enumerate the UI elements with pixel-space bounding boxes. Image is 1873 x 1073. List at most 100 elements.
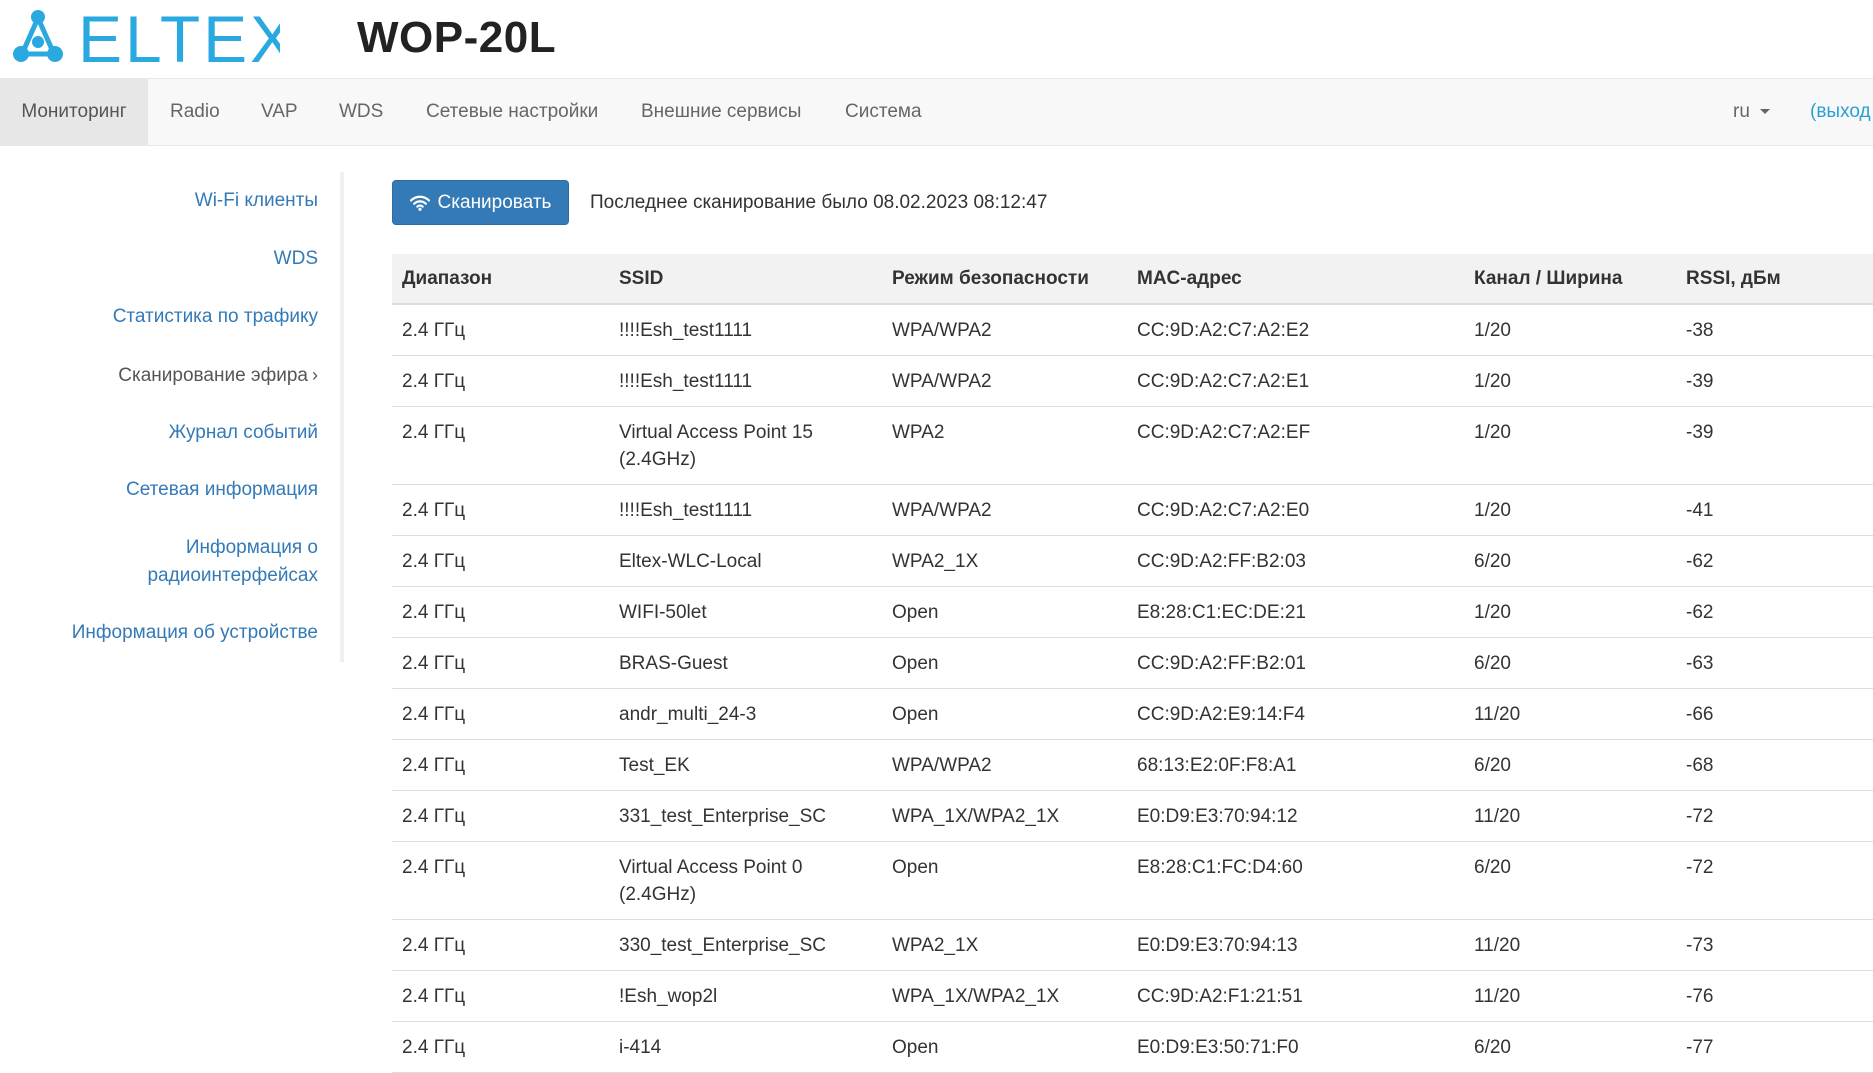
cell-rssi: -72 bbox=[1676, 841, 1873, 920]
table-row: 2.4 ГГц andr_multi_24-3 Open CC:9D:A2:E9… bbox=[392, 688, 1873, 740]
cell-band: 2.4 ГГц bbox=[392, 637, 609, 689]
sidebar-item-radio-interfaces[interactable]: Информация о радиоинтерфейсах bbox=[8, 534, 318, 590]
cell-band: 2.4 ГГц bbox=[392, 484, 609, 536]
cell-ssid: !!!!Esh_test1111 bbox=[609, 484, 882, 536]
cell-security: Open bbox=[882, 637, 1127, 689]
cell-mac: CC:9D:A2:C7:A2:E2 bbox=[1127, 304, 1464, 356]
sidebar-item-traffic-stats[interactable]: Статистика по трафику bbox=[8, 303, 318, 331]
column-header-rssi[interactable]: RSSI, дБм bbox=[1676, 254, 1873, 305]
sidebar-item-wifi-clients[interactable]: Wi-Fi клиенты bbox=[8, 187, 318, 215]
eltex-logo-text: ELTEX bbox=[78, 4, 280, 72]
nav-tab-wds[interactable]: WDS bbox=[339, 79, 383, 145]
cell-ssid: !!!!Esh_test1111 bbox=[609, 304, 882, 356]
cell-mac: 68:13:E2:0F:F8:A1 bbox=[1127, 739, 1464, 791]
logout-link[interactable]: (выход bbox=[1810, 79, 1871, 145]
cell-channel: 6/20 bbox=[1464, 739, 1676, 791]
cell-mac: CC:9D:A2:C7:A2:E0 bbox=[1127, 484, 1464, 536]
table-row: 2.4 ГГц 330_test_Enterprise_SC WPA2_1X E… bbox=[392, 919, 1873, 971]
cell-ssid: 331_test_Enterprise_SC bbox=[609, 790, 882, 842]
table-row: 2.4 ГГц WIFI-50let Open E8:28:C1:EC:DE:2… bbox=[392, 586, 1873, 638]
cell-rssi: -63 bbox=[1676, 637, 1873, 689]
cell-band: 2.4 ГГц bbox=[392, 688, 609, 740]
table-row: 2.4 ГГц Eltex-WLC-Local WPA2_1X CC:9D:A2… bbox=[392, 535, 1873, 587]
sidebar-item-wds[interactable]: WDS bbox=[8, 245, 318, 273]
cell-channel: 6/20 bbox=[1464, 1021, 1676, 1073]
chevron-right-icon: › bbox=[312, 365, 318, 385]
table-header-row: Диапазон SSID Режим безопасности MAC-адр… bbox=[392, 254, 1873, 305]
cell-ssid: !!!!Esh_test1111 bbox=[609, 355, 882, 407]
cell-security: Open bbox=[882, 1021, 1127, 1073]
top-navbar: Мониторинг Radio VAP WDS Сетевые настрой… bbox=[0, 78, 1873, 146]
cell-ssid: 330_test_Enterprise_SC bbox=[609, 919, 882, 971]
cell-channel: 1/20 bbox=[1464, 484, 1676, 536]
cell-ssid: BRAS-Guest bbox=[609, 637, 882, 689]
cell-ssid: !Esh_wop2l bbox=[609, 970, 882, 1022]
nav-tab-monitoring[interactable]: Мониторинг bbox=[0, 79, 148, 145]
sidebar-item-air-scan[interactable]: Сканирование эфира › bbox=[8, 361, 318, 390]
cell-ssid: Test_EK bbox=[609, 739, 882, 791]
cell-ssid: Virtual Access Point 0 (2.4GHz) bbox=[609, 841, 882, 920]
sidebar: Wi-Fi клиенты WDS Статистика по трафику … bbox=[0, 172, 344, 662]
column-header-band[interactable]: Диапазон bbox=[392, 254, 609, 305]
cell-mac: E8:28:C1:EC:DE:21 bbox=[1127, 586, 1464, 638]
cell-mac: CC:9D:A2:F1:21:51 bbox=[1127, 970, 1464, 1022]
cell-band: 2.4 ГГц bbox=[392, 1021, 609, 1073]
cell-security: WPA2_1X bbox=[882, 535, 1127, 587]
cell-mac: CC:9D:A2:C7:A2:E1 bbox=[1127, 355, 1464, 407]
cell-mac: CC:9D:A2:FF:B2:01 bbox=[1127, 637, 1464, 689]
column-header-mac[interactable]: MAC-адрес bbox=[1127, 254, 1464, 305]
cell-rssi: -72 bbox=[1676, 790, 1873, 842]
cell-band: 2.4 ГГц bbox=[392, 739, 609, 791]
table-row: 2.4 ГГц BRAS-Guest Open CC:9D:A2:FF:B2:0… bbox=[392, 637, 1873, 689]
cell-rssi: -76 bbox=[1676, 970, 1873, 1022]
sidebar-item-network-info[interactable]: Сетевая информация bbox=[8, 476, 318, 504]
column-header-ssid[interactable]: SSID bbox=[609, 254, 882, 305]
column-header-security[interactable]: Режим безопасности bbox=[882, 254, 1127, 305]
cell-channel: 1/20 bbox=[1464, 406, 1676, 485]
cell-security: WPA_1X/WPA2_1X bbox=[882, 790, 1127, 842]
table-row: 2.4 ГГц i-414 Open E0:D9:E3:50:71:F0 6/2… bbox=[392, 1021, 1873, 1073]
cell-band: 2.4 ГГц bbox=[392, 355, 609, 407]
language-select[interactable]: ru bbox=[1733, 79, 1770, 145]
cell-rssi: -77 bbox=[1676, 1021, 1873, 1073]
nav-tab-vap[interactable]: VAP bbox=[261, 79, 298, 145]
nav-tab-system[interactable]: Система bbox=[845, 79, 922, 145]
sidebar-item-device-info[interactable]: Информация об устройстве bbox=[8, 619, 318, 647]
cell-rssi: -41 bbox=[1676, 484, 1873, 536]
eltex-logo[interactable]: ELTEX bbox=[8, 4, 280, 72]
caret-down-icon bbox=[1759, 109, 1770, 115]
nav-tab-network-settings[interactable]: Сетевые настройки bbox=[426, 79, 598, 145]
cell-band: 2.4 ГГц bbox=[392, 841, 609, 920]
cell-security: WPA/WPA2 bbox=[882, 355, 1127, 407]
cell-channel: 1/20 bbox=[1464, 304, 1676, 356]
sidebar-item-label: Сканирование эфира bbox=[118, 365, 308, 386]
table-row: 2.4 ГГц Virtual Access Point 0 (2.4GHz) … bbox=[392, 841, 1873, 920]
nav-tab-external-services[interactable]: Внешние сервисы bbox=[641, 79, 801, 145]
cell-channel: 1/20 bbox=[1464, 355, 1676, 407]
cell-channel: 6/20 bbox=[1464, 637, 1676, 689]
sidebar-item-event-log[interactable]: Журнал событий bbox=[8, 419, 318, 447]
cell-security: Open bbox=[882, 841, 1127, 920]
cell-mac: E0:D9:E3:70:94:13 bbox=[1127, 919, 1464, 971]
column-header-channel[interactable]: Канал / Ширина bbox=[1464, 254, 1676, 305]
cell-security: Open bbox=[882, 586, 1127, 638]
sidebar-item-label-line1: Информация о bbox=[185, 537, 318, 558]
cell-security: Open bbox=[882, 688, 1127, 740]
cell-ssid: WIFI-50let bbox=[609, 586, 882, 638]
nav-tab-radio[interactable]: Radio bbox=[170, 79, 220, 145]
cell-band: 2.4 ГГц bbox=[392, 586, 609, 638]
cell-mac: E0:D9:E3:70:94:12 bbox=[1127, 790, 1464, 842]
cell-security: WPA2 bbox=[882, 406, 1127, 485]
cell-band: 2.4 ГГц bbox=[392, 535, 609, 587]
sidebar-item-label-line2: радиоинтерфейсах bbox=[147, 565, 318, 586]
table-row: 2.4 ГГц 331_test_Enterprise_SC WPA_1X/WP… bbox=[392, 790, 1873, 842]
scan-button[interactable]: Сканировать bbox=[392, 180, 569, 225]
table-row: 2.4 ГГц !!!!Esh_test1111 WPA/WPA2 CC:9D:… bbox=[392, 355, 1873, 407]
cell-mac: E0:D9:E3:50:71:F0 bbox=[1127, 1021, 1464, 1073]
cell-band: 2.4 ГГц bbox=[392, 406, 609, 485]
table-row: 2.4 ГГц !!!!Esh_test1111 WPA/WPA2 CC:9D:… bbox=[392, 304, 1873, 356]
cell-security: WPA/WPA2 bbox=[882, 484, 1127, 536]
cell-ssid: andr_multi_24-3 bbox=[609, 688, 882, 740]
table-row: 2.4 ГГц Test_EK WPA/WPA2 68:13:E2:0F:F8:… bbox=[392, 739, 1873, 791]
cell-channel: 11/20 bbox=[1464, 970, 1676, 1022]
